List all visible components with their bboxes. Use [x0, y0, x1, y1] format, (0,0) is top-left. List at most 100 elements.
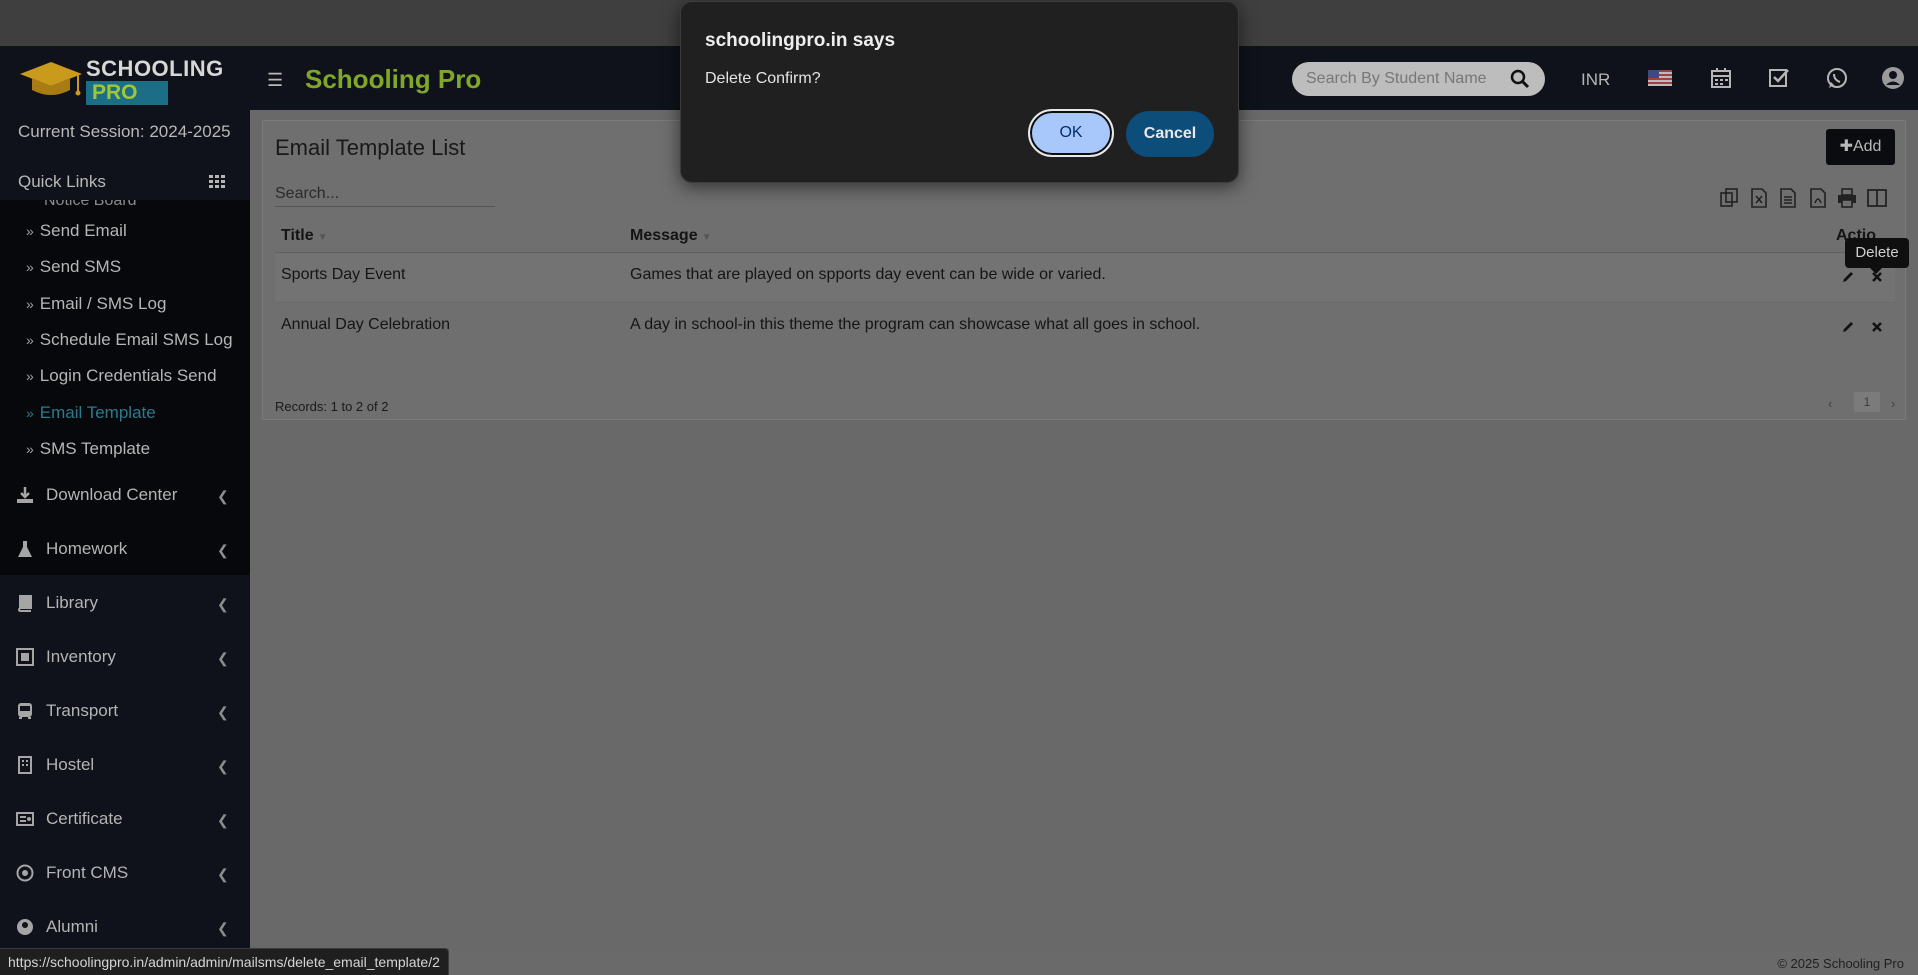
- pagination-prev-icon[interactable]: ‹: [1828, 396, 1832, 411]
- chevron-left-icon: ❮: [217, 542, 229, 558]
- quick-links-label: Quick Links: [18, 172, 106, 191]
- page-title: Email Template List: [275, 135, 466, 160]
- footer: © 2025 Schooling Pro: [250, 950, 1918, 975]
- submenu-item-email-sms-log[interactable]: » Email / SMS Log: [26, 294, 166, 314]
- csv-icon[interactable]: [1777, 187, 1799, 209]
- double-chevron-icon: »: [26, 441, 34, 457]
- submenu-item-label: Email Template: [39, 403, 156, 422]
- confirm-dialog: schoolingpro.in says Delete Confirm? OK …: [680, 1, 1239, 183]
- submenu-item-sms-template[interactable]: » SMS Template: [26, 439, 150, 459]
- copy-icon[interactable]: [1718, 187, 1740, 209]
- plus-icon: ✚: [1839, 138, 1853, 155]
- nav-hostel[interactable]: Hostel ❮: [0, 745, 250, 785]
- column-header-message[interactable]: Message ▼: [630, 227, 712, 245]
- row-title: Sports Day Event: [281, 266, 406, 283]
- logo-subtext: PRO: [86, 81, 168, 105]
- chevron-left-icon: ❮: [217, 704, 229, 720]
- ok-button[interactable]: OK: [1028, 109, 1114, 157]
- submenu-item-label: Login Credentials Send: [39, 366, 217, 385]
- brand-title: Schooling Pro: [305, 64, 482, 94]
- nav-certificate[interactable]: Certificate ❮: [0, 799, 250, 839]
- nav-label: Inventory: [46, 647, 116, 666]
- search-icon[interactable]: [1510, 69, 1530, 89]
- calendar-icon[interactable]: [1709, 66, 1733, 90]
- add-button[interactable]: ✚Add: [1826, 129, 1895, 165]
- row-title: Annual Day Celebration: [281, 316, 450, 333]
- row-message: Games that are played on spports day eve…: [630, 266, 1106, 283]
- sidebar: Current Session: 2024-2025 Quick Links N…: [0, 110, 250, 975]
- columns-icon[interactable]: [1866, 187, 1888, 209]
- submenu-item-send-sms[interactable]: » Send SMS: [26, 257, 121, 277]
- nav-label: Hostel: [46, 755, 95, 774]
- nav-homework[interactable]: Homework ❮: [0, 529, 250, 569]
- download-icon: [17, 487, 33, 503]
- nav-label: Certificate: [46, 809, 123, 828]
- nav-label: Front CMS: [46, 863, 129, 882]
- logo[interactable]: SCHOOLING PRO: [16, 52, 236, 105]
- add-button-label: Add: [1852, 138, 1882, 155]
- column-header-title[interactable]: Title ▼: [281, 227, 328, 245]
- chevron-left-icon: ❮: [217, 866, 229, 882]
- certificate-icon: [16, 812, 34, 826]
- nav-label: Library: [46, 593, 98, 612]
- edit-pencil-icon[interactable]: [1840, 269, 1856, 285]
- chevron-left-icon: ❮: [217, 812, 229, 828]
- chevron-left-icon: ❮: [217, 488, 229, 504]
- nav-front-cms[interactable]: Front CMS ❮: [0, 853, 250, 893]
- student-search: [1292, 62, 1545, 96]
- inventory-icon: [16, 648, 34, 666]
- records-info: Records: 1 to 2 of 2: [275, 399, 389, 414]
- whatsapp-icon[interactable]: [1825, 66, 1849, 90]
- double-chevron-icon: »: [26, 223, 34, 239]
- submenu-item-label: SMS Template: [39, 439, 151, 458]
- menu-toggle-icon[interactable]: ☰: [267, 70, 283, 91]
- nav-download-center[interactable]: Download Center ❮: [0, 475, 250, 515]
- chevron-left-icon: ❮: [217, 920, 229, 936]
- chevron-left-icon: ❮: [217, 596, 229, 612]
- nav-inventory[interactable]: Inventory ❮: [0, 637, 250, 677]
- submenu-item-label: Send Email: [39, 221, 127, 240]
- excel-icon[interactable]: [1748, 187, 1770, 209]
- sort-icon: ▼: [317, 232, 328, 243]
- us-flag-icon[interactable]: [1648, 70, 1672, 86]
- currency-selector[interactable]: INR: [1581, 70, 1610, 90]
- submenu-item-label: Schedule Email SMS Log: [39, 330, 233, 349]
- student-search-input[interactable]: [1306, 68, 1506, 90]
- user-avatar-icon[interactable]: [1881, 66, 1905, 90]
- pagination-next-icon[interactable]: ›: [1891, 396, 1895, 411]
- pagination-page[interactable]: 1: [1854, 392, 1880, 412]
- main-content: Email Template List ✚Add Title▼ Message▼…: [250, 110, 1918, 950]
- logo-text: SCHOOLING: [86, 56, 224, 81]
- nav-transport[interactable]: Transport ❮: [0, 691, 250, 731]
- edit-pencil-icon[interactable]: [1840, 319, 1856, 335]
- print-icon[interactable]: [1836, 187, 1858, 209]
- row-divider: [275, 302, 1895, 303]
- chevron-left-icon: ❮: [217, 758, 229, 774]
- row-message: A day in school-in this theme the progra…: [630, 316, 1201, 333]
- nav-label: Alumni: [46, 917, 98, 936]
- double-chevron-icon: »: [26, 296, 34, 312]
- task-check-icon[interactable]: [1767, 66, 1791, 90]
- chevron-left-icon: ❮: [217, 650, 229, 666]
- submenu-item-email-template[interactable]: » Email Template: [26, 403, 156, 423]
- delete-x-icon[interactable]: [1869, 319, 1885, 335]
- current-session: Current Session: 2024-2025: [18, 122, 231, 141]
- double-chevron-icon: »: [26, 259, 34, 275]
- communicate-submenu: Notice Board » Send Email » Send SMS » Emai…: [0, 200, 250, 575]
- table-search-input[interactable]: [275, 181, 495, 207]
- cancel-button[interactable]: Cancel: [1126, 111, 1214, 157]
- flask-icon: [18, 541, 32, 557]
- dialog-title: schoolingpro.in says: [705, 30, 896, 51]
- nav-label: Transport: [46, 701, 119, 720]
- column-header-label: Title: [281, 227, 314, 244]
- nav-alumni[interactable]: Alumni ❮: [0, 907, 250, 947]
- submenu-item-notice-board[interactable]: Notice Board: [44, 200, 137, 210]
- submenu-item-login-credentials[interactable]: » Login Credentials Send: [26, 366, 217, 386]
- grid-icon[interactable]: [209, 175, 225, 188]
- pdf-icon[interactable]: [1807, 187, 1829, 209]
- submenu-item-send-email[interactable]: » Send Email: [26, 221, 127, 241]
- tooltip-arrow: [1870, 268, 1882, 274]
- nav-library[interactable]: Library ❮: [0, 583, 250, 623]
- cms-gear-icon: [16, 864, 34, 882]
- submenu-item-schedule-log[interactable]: » Schedule Email SMS Log: [26, 330, 233, 350]
